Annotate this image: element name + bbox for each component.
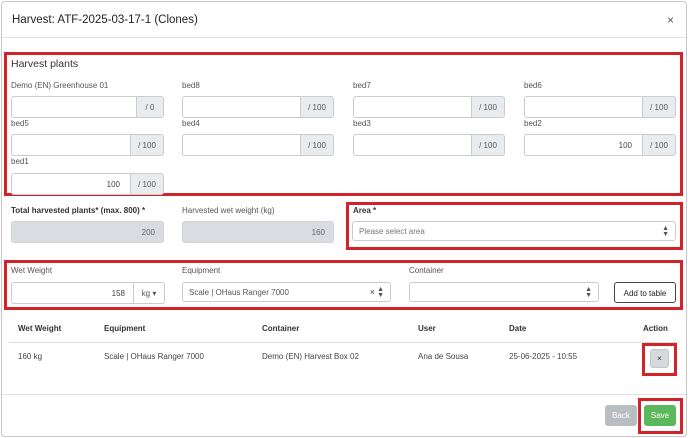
bed-quantity-input[interactable]: [182, 134, 300, 156]
unit-dropdown[interactable]: kg ▾: [133, 282, 165, 304]
column-header-wet-weight: Wet Weight: [18, 324, 62, 333]
bed-input-group: 100 / 100: [524, 134, 676, 156]
equipment-value: Scale | OHaus Ranger 7000: [189, 288, 289, 297]
clear-icon[interactable]: ×: [370, 287, 375, 297]
harvest-plants-heading: Harvest plants: [11, 58, 79, 70]
table-header-divider: [9, 342, 679, 343]
footer-divider: [2, 394, 686, 395]
column-header-action: Action: [643, 324, 668, 333]
bed-max-addon: / 100: [300, 134, 334, 156]
bed-max-addon: / 100: [642, 96, 676, 118]
wet-weight-group: 158 kg ▾: [11, 282, 165, 304]
delete-row-button[interactable]: ×: [650, 349, 669, 368]
harvested-wet-weight-value: 160: [182, 221, 334, 243]
bed-label: bed2: [524, 119, 542, 128]
bed-label: bed4: [182, 119, 200, 128]
total-harvested-label: Total harvested plants* (max. 800) *: [11, 206, 146, 215]
select-arrows-icon: ▲ ▼: [585, 286, 592, 299]
bed-input-group: / 100: [182, 134, 334, 156]
bed-max-addon: / 100: [471, 96, 505, 118]
area-label: Area *: [353, 206, 377, 215]
bed-input-group: 100 / 100: [11, 173, 164, 195]
dialog-title: Harvest: ATF-2025-03-17-1 (Clones): [12, 14, 198, 26]
close-icon: ×: [657, 354, 662, 363]
bed-max-addon: / 100: [130, 134, 164, 156]
bed-max-addon: / 0: [136, 96, 164, 118]
bed-input-group: / 100: [182, 96, 334, 118]
bed-input-group: / 100: [524, 96, 676, 118]
cell-container: Demo (EN) Harvest Box 02: [262, 352, 359, 361]
bed-label: bed1: [11, 157, 29, 166]
total-harvested-value: 200: [11, 221, 164, 243]
select-arrows-icon: ▲ ▼: [662, 225, 669, 238]
cell-date: 25-06-2025 - 10:55: [509, 352, 578, 361]
area-select[interactable]: Please select area ▲ ▼: [352, 221, 676, 241]
bed-input-group: / 100: [353, 96, 505, 118]
cell-wet-weight: 160 kg: [18, 352, 43, 361]
bed-quantity-input[interactable]: [11, 134, 130, 156]
select-arrows-icon: ▲ ▼: [377, 286, 384, 299]
dialog-header: Harvest: ATF-2025-03-17-1 (Clones) ×: [2, 2, 686, 38]
container-select[interactable]: ▲ ▼: [409, 282, 599, 302]
caret-down-icon: ▾: [152, 289, 157, 298]
equipment-label: Equipment: [182, 266, 221, 275]
bed-label: Demo (EN) Greenhouse 01: [11, 81, 109, 90]
back-button[interactable]: Back: [605, 405, 637, 426]
cell-equipment: Scale | OHaus Ranger 7000: [104, 352, 204, 361]
bed-max-addon: / 100: [642, 134, 676, 156]
bed-label: bed5: [11, 119, 29, 128]
column-header-equipment: Equipment: [104, 324, 146, 333]
bed-quantity-input[interactable]: [353, 96, 471, 118]
bed-quantity-input[interactable]: [182, 96, 300, 118]
bed-max-addon: / 100: [130, 173, 164, 195]
unit-label: kg: [141, 289, 151, 298]
bed-input-group: / 0: [11, 96, 164, 118]
column-header-container: Container: [262, 324, 300, 333]
add-to-table-button[interactable]: Add to table: [614, 282, 676, 303]
close-icon[interactable]: ×: [667, 13, 674, 27]
save-button[interactable]: Save: [644, 405, 676, 426]
column-header-user: User: [418, 324, 436, 333]
bed-label: bed6: [524, 81, 542, 90]
bed-input-group: / 100: [353, 134, 505, 156]
bed-label: bed3: [353, 119, 371, 128]
bed-quantity-input[interactable]: [524, 96, 642, 118]
bed-quantity-input[interactable]: 100: [11, 173, 130, 195]
bed-quantity-input[interactable]: [11, 96, 136, 118]
bed-max-addon: / 100: [300, 96, 334, 118]
bed-input-group: / 100: [11, 134, 164, 156]
container-label: Container: [409, 266, 444, 275]
harvested-wet-weight-label: Harvested wet weight (kg): [182, 206, 275, 215]
column-header-date: Date: [509, 324, 527, 333]
bed-max-addon: / 100: [471, 134, 505, 156]
area-placeholder: Please select area: [359, 227, 425, 236]
bed-label: bed8: [182, 81, 200, 90]
wet-weight-label: Wet Weight: [11, 266, 53, 275]
equipment-select[interactable]: Scale | OHaus Ranger 7000 × ▲ ▼: [182, 282, 391, 302]
cell-user: Ana de Sousa: [418, 352, 469, 361]
bed-quantity-input[interactable]: [353, 134, 471, 156]
bed-quantity-input[interactable]: 100: [524, 134, 642, 156]
wet-weight-input[interactable]: 158: [11, 282, 133, 304]
bed-label: bed7: [353, 81, 371, 90]
